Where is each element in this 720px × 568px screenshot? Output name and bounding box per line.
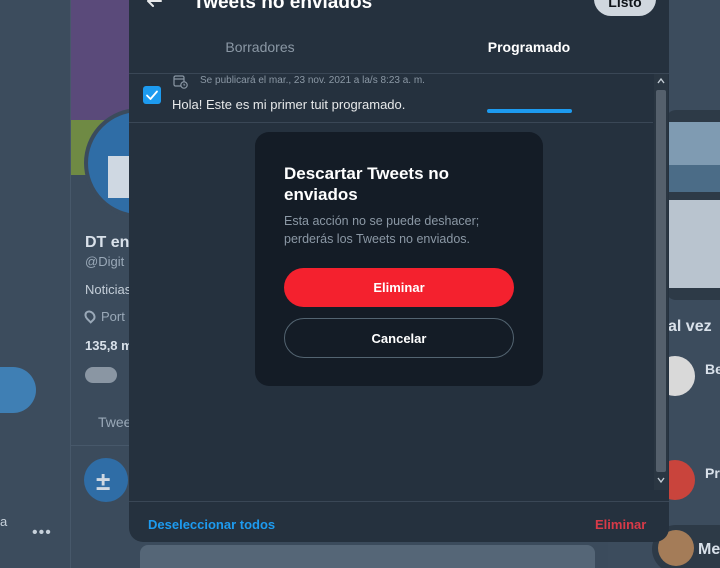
tab-scheduled[interactable]: Programado [465,28,593,74]
media-thumb-1-water [668,165,720,192]
tweet-select-checkbox[interactable] [143,86,161,104]
suggestion-name-1: Be [705,361,720,377]
left-nav-column [0,0,70,568]
scroll-up-arrow-icon[interactable] [657,77,665,85]
cancel-button[interactable]: Cancelar [284,318,514,358]
profile-avatar-logo [108,156,130,198]
scrollbar-thumb[interactable] [656,90,666,472]
tweet-avatar-logo: ± [96,466,111,496]
discard-confirm-dialog: Descartar Tweets no enviados Esta acción… [255,132,543,386]
profile-location: Port [82,308,125,324]
messages-label: Me [698,541,720,558]
list-scrollbar[interactable] [654,74,668,490]
back-arrow-icon[interactable] [145,0,163,10]
profile-handle: @Digit [85,254,125,269]
checkmark-icon [146,90,158,100]
panel-tabs: Borradores Programado [129,28,669,113]
dialog-message: Esta acción no se puede deshacer; perder… [284,214,480,246]
confirm-delete-button[interactable]: Eliminar [284,268,514,307]
profile-location-text: Port [101,309,125,324]
who-to-follow-title: al vez [668,318,712,335]
scroll-down-arrow-icon[interactable] [657,476,665,484]
left-nav-label: a [0,514,8,529]
panel-header: Tweets no enviados Listo [129,0,669,18]
profile-bio: Noticias [85,282,132,297]
done-button[interactable]: Listo [594,0,656,16]
tab-drafts[interactable]: Borradores [189,28,331,74]
location-pin-icon [82,308,98,324]
deselect-all-button[interactable]: Deseleccionar todos [148,517,275,532]
profile-name: DT en [85,234,130,251]
follower-avatars [85,367,117,383]
panel-title: Tweets no enviados [193,0,373,13]
panel-footer: Deseleccionar todos Eliminar [129,501,669,542]
suggestion-name-2: Pr [705,465,720,481]
profile-tab-tweets: Twee [98,414,132,430]
more-icon: ••• [32,524,52,541]
schedule-time: Se publicará el mar., 23 nov. 2021 a la/… [200,75,425,86]
footer-delete-button[interactable]: Eliminar [595,517,646,532]
profile-follower-count: 135,8 m [85,338,133,353]
tweet-media-preview [140,545,595,568]
dialog-title: Descartar Tweets no enviados [284,164,450,204]
media-thumb-2 [668,200,720,288]
calendar-clock-icon [173,75,188,89]
scheduled-tweet-item[interactable]: Se publicará el mar., 23 nov. 2021 a la/… [129,74,653,123]
tweet-text: Hola! Este es mi primer tuit programado. [172,97,406,112]
